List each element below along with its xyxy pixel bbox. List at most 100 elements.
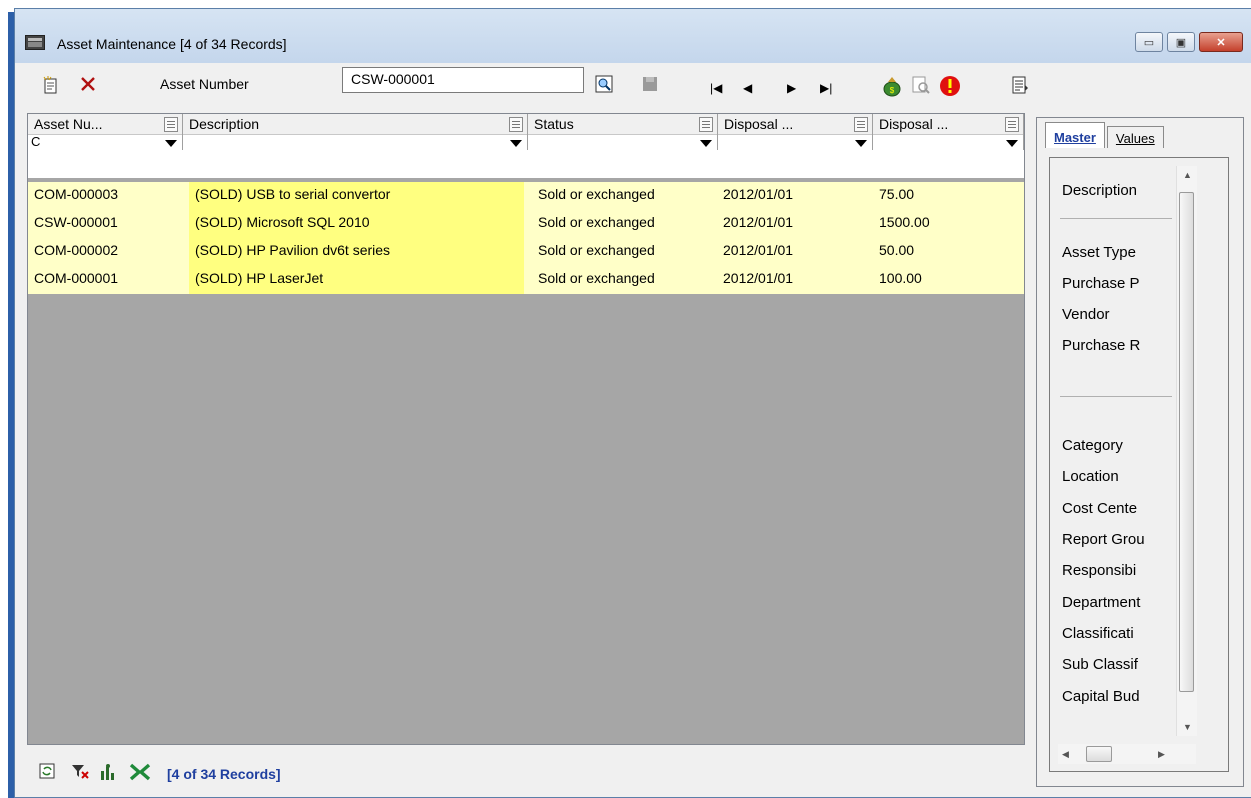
scroll-thumb[interactable]: [1086, 746, 1112, 762]
vertical-scrollbar[interactable]: ▲ ▼: [1176, 166, 1197, 736]
column-chooser-icon[interactable]: [509, 117, 523, 132]
column-disposal-date[interactable]: Disposal ...: [718, 114, 873, 150]
dropdown-arrow-icon[interactable]: [855, 140, 867, 147]
clear-filter-icon[interactable]: [71, 763, 89, 784]
cell-disposal-amount: 1500.00: [879, 214, 930, 230]
cell-disposal-amount: 75.00: [879, 186, 915, 202]
table-row[interactable]: COM-000002 (SOLD) HP Pavilion dv6t serie…: [28, 238, 1024, 266]
master-panel: Description Asset Type Purchase P Vendor…: [1049, 157, 1229, 772]
column-chooser-icon[interactable]: [854, 117, 868, 132]
field-label: Cost Cente: [1062, 500, 1138, 517]
asset-number-input[interactable]: CSW-000001: [342, 67, 584, 93]
desktop-background: [0, 0, 14, 798]
scroll-thumb[interactable]: [1179, 192, 1194, 692]
cell-status: Sold or exchanged: [538, 186, 655, 202]
dropdown-arrow-icon[interactable]: [1006, 140, 1018, 147]
filter-disposal-date[interactable]: [718, 134, 872, 150]
window-controls: ▭ ▣ ✕: [1135, 32, 1243, 52]
cell-status: Sold or exchanged: [538, 214, 655, 230]
asset-number-label: Asset Number: [160, 76, 249, 92]
save-icon[interactable]: [641, 75, 659, 97]
scroll-down-icon[interactable]: ▼: [1183, 722, 1192, 732]
scroll-right-icon[interactable]: ▶: [1158, 749, 1165, 760]
field-label: Location: [1062, 468, 1119, 485]
dropdown-arrow-icon[interactable]: [700, 140, 712, 147]
cell-disposal-date: 2012/01/01: [723, 242, 794, 258]
field-label: Vendor: [1062, 306, 1110, 323]
grid-header: Asset Nu... C Description Status Disposa…: [28, 114, 1024, 150]
cell-description: (SOLD) USB to serial convertor: [195, 186, 391, 202]
column-chooser-icon[interactable]: [1005, 117, 1019, 132]
field-label: Category: [1062, 437, 1123, 454]
tab-values[interactable]: Values: [1106, 126, 1164, 148]
filter-value: C: [31, 134, 41, 149]
column-asset-number[interactable]: Asset Nu... C: [28, 114, 183, 150]
column-chooser-icon[interactable]: [699, 117, 713, 132]
asset-maintenance-window: Asset Maintenance [4 of 34 Records] ▭ ▣ …: [14, 8, 1251, 798]
column-description[interactable]: Description: [183, 114, 528, 150]
asset-grid: Asset Nu... C Description Status Disposa…: [27, 113, 1025, 745]
chart-icon[interactable]: [99, 763, 119, 786]
preview-icon[interactable]: [911, 75, 931, 99]
filter-asset-number[interactable]: C: [28, 134, 182, 150]
minimize-button[interactable]: ▭: [1135, 32, 1163, 52]
cell-disposal-date: 2012/01/01: [723, 214, 794, 230]
grid-spacer: [28, 150, 1024, 178]
record-count: [4 of 34 Records]: [167, 766, 281, 782]
horizontal-scrollbar[interactable]: ◀ ▶: [1058, 744, 1196, 764]
maximize-button[interactable]: ▣: [1167, 32, 1195, 52]
detail-panel: Master Values Description Asset Type Pur…: [1036, 117, 1244, 787]
tab-master[interactable]: Master: [1045, 122, 1105, 148]
dropdown-arrow-icon[interactable]: [165, 140, 177, 147]
field-label: Asset Type: [1062, 244, 1136, 261]
asset-bag-icon[interactable]: $: [881, 75, 903, 101]
field-label: Responsibi: [1062, 562, 1137, 579]
excel-icon[interactable]: [129, 763, 151, 786]
filter-description[interactable]: [183, 134, 527, 150]
table-row[interactable]: COM-000003 (SOLD) USB to serial converto…: [28, 182, 1024, 210]
alert-icon[interactable]: [939, 75, 961, 101]
table-row[interactable]: COM-000001 (SOLD) HP LaserJet Sold or ex…: [28, 266, 1024, 294]
field-label: Description: [1062, 182, 1138, 199]
filter-status[interactable]: [528, 134, 717, 150]
title-bar[interactable]: Asset Maintenance [4 of 34 Records] ▭ ▣ …: [15, 9, 1251, 63]
field-label: Report Grou: [1062, 531, 1145, 548]
cell-description: (SOLD) HP LaserJet: [195, 270, 324, 286]
column-header-label: Status: [534, 116, 574, 132]
new-record-icon[interactable]: [41, 75, 61, 99]
field-label: Purchase P: [1062, 275, 1140, 292]
svg-text:$: $: [890, 86, 895, 95]
dropdown-arrow-icon[interactable]: [510, 140, 522, 147]
grid-rows: COM-000003 (SOLD) USB to serial converto…: [28, 182, 1024, 294]
column-status[interactable]: Status: [528, 114, 718, 150]
cell-asset-number: COM-000003: [34, 186, 119, 202]
column-chooser-icon[interactable]: [164, 117, 178, 132]
lookup-icon[interactable]: [595, 75, 613, 97]
first-record-button[interactable]: |◀: [710, 78, 722, 98]
delete-icon[interactable]: [79, 75, 97, 97]
scroll-up-icon[interactable]: ▲: [1183, 170, 1192, 180]
refresh-icon[interactable]: [39, 763, 55, 784]
next-record-button[interactable]: ▶: [787, 78, 796, 98]
cell-asset-number: COM-000001: [34, 270, 119, 286]
filter-disposal-amount[interactable]: [873, 134, 1023, 150]
close-button[interactable]: ✕: [1199, 32, 1243, 52]
cell-status: Sold or exchanged: [538, 270, 655, 286]
detail-tabs: Master Values: [1045, 122, 1166, 148]
field-label: Purchase R: [1062, 337, 1141, 354]
report-icon[interactable]: [1011, 75, 1029, 99]
previous-record-button[interactable]: ◀: [743, 78, 752, 98]
cell-disposal-date: 2012/01/01: [723, 270, 794, 286]
table-row[interactable]: CSW-000001 (SOLD) Microsoft SQL 2010 Sol…: [28, 210, 1024, 238]
column-header-label: Disposal ...: [724, 116, 794, 132]
cell-asset-number: CSW-000001: [34, 214, 118, 230]
column-header-label: Description: [189, 116, 260, 132]
divider: [1060, 396, 1172, 397]
field-label: Department: [1062, 594, 1141, 611]
column-disposal-amount[interactable]: Disposal ...: [873, 114, 1024, 150]
column-header-label: Asset Nu...: [34, 116, 103, 132]
last-record-button[interactable]: ▶|: [820, 78, 832, 98]
scroll-left-icon[interactable]: ◀: [1062, 749, 1069, 760]
divider: [1060, 218, 1172, 219]
status-bar: [4 of 34 Records]: [27, 751, 1025, 791]
